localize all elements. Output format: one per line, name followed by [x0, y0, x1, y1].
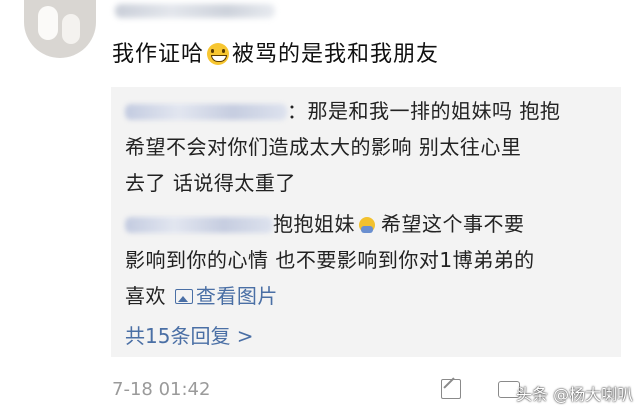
- view-image-link[interactable]: 查看图片: [173, 284, 278, 308]
- reply-1-line-3: 去了 话说得太重了: [125, 171, 296, 195]
- avatar-paw: [38, 6, 58, 40]
- reply-2-line-1: 抱抱姐妹 希望这个事不要: [125, 208, 525, 237]
- grin-emoji-icon: [207, 43, 230, 65]
- reply-1-line-2: 希望不会对你们造成太大的影响 别太往心里: [125, 135, 522, 159]
- blurred-username[interactable]: [115, 4, 275, 18]
- post-text: 我作证哈 被骂的是我和我朋友: [112, 36, 439, 68]
- avatar[interactable]: [24, 0, 96, 58]
- nested-replies-box[interactable]: ：那是和我一排的姐妹吗 抱抱 希望不会对你们造成太大的影响 别太往心里 去了 话…: [111, 87, 621, 357]
- post-text-part2: 被骂的是我和我朋友: [232, 42, 440, 67]
- blurred-reply-author[interactable]: [125, 104, 287, 120]
- blurred-reply-author[interactable]: [125, 217, 273, 233]
- reply-1-line-1: ：那是和我一排的姐妹吗 抱抱: [125, 95, 560, 124]
- view-all-replies-link[interactable]: 共15条回复 >: [125, 320, 254, 349]
- picture-icon: [174, 289, 193, 304]
- avatar-paw: [62, 14, 80, 44]
- reply-2-line-2: 影响到你的心情 也不要影响到你对1博弟弟的: [125, 248, 535, 272]
- reply-2-line-3: 喜欢 查看图片: [125, 284, 278, 308]
- watermark: 头条 @杨大喇叭: [516, 385, 634, 404]
- post-text-part1: 我作证哈: [112, 42, 205, 67]
- timestamp: 7-18 01:42: [112, 379, 211, 400]
- hug-emoji-icon: [359, 217, 375, 233]
- share-icon[interactable]: [441, 379, 461, 399]
